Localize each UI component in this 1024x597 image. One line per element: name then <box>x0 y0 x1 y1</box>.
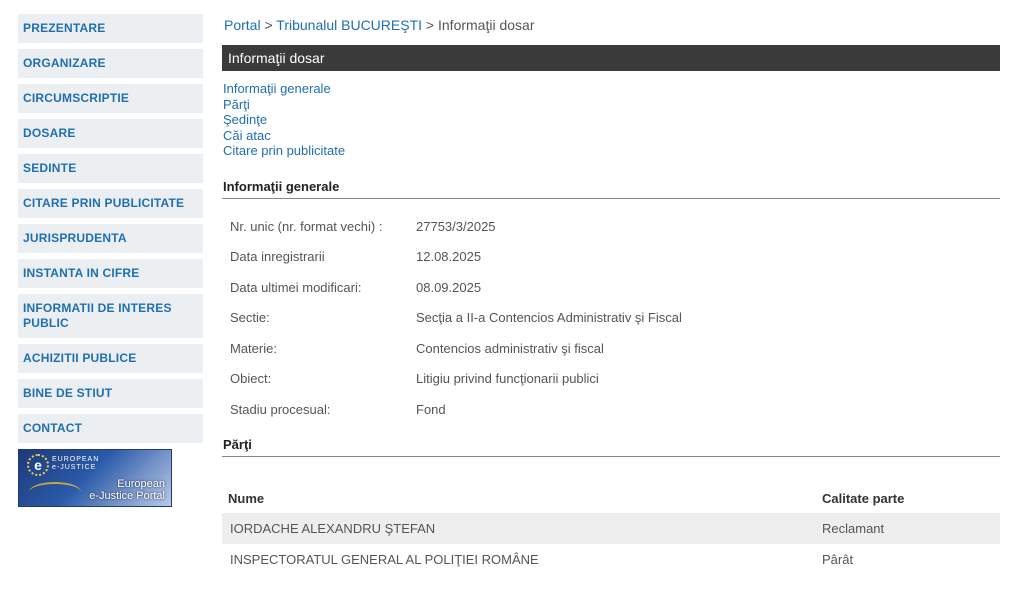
sidebar-item-sedinte[interactable]: SEDINTE <box>18 154 203 183</box>
sidebar-item-label: INFORMATII DE INTERES PUBLIC <box>23 301 172 330</box>
table-header-row: Nume Calitate parte <box>222 485 1000 513</box>
sidebar-item-prezentare[interactable]: PREZENTARE <box>18 14 203 43</box>
breadcrumb-tribunal-link[interactable]: Tribunalul BUCUREŞTI <box>276 17 422 33</box>
sidebar-item-dosare[interactable]: DOSARE <box>18 119 203 148</box>
page-title: Informaţii dosar <box>222 45 1000 71</box>
sidebar-item-label: PREZENTARE <box>23 21 106 35</box>
info-row: Sectie: Secţia a II-a Contencios Administ… <box>222 310 1000 341</box>
ejustice-portal-banner[interactable]: e EUROPEAN e-JUSTICE European e-Justice … <box>18 449 172 507</box>
sidebar-item-label: CONTACT <box>23 421 83 435</box>
breadcrumb: Portal > Tribunalul BUCUREŞTI > Informaţ… <box>222 14 1000 36</box>
info-value: 08.09.2025 <box>416 279 482 295</box>
info-label: Obiect: <box>230 371 272 387</box>
sidebar-item-jurisprudenta[interactable]: JURISPRUDENTA <box>18 224 203 253</box>
info-value: 12.08.2025 <box>416 249 482 265</box>
info-value: 27753/3/2025 <box>416 218 496 234</box>
sidebar-item-instanta-in-cifre[interactable]: INSTANTA IN CIFRE <box>18 259 203 288</box>
ejustice-banner-line2: e-Justice Portal <box>89 490 165 502</box>
info-value: Secţia a II-a Contencios Administrativ ş… <box>416 310 682 326</box>
info-label: Data inregistrarii <box>230 249 325 265</box>
breadcrumb-current: Informaţii dosar <box>438 17 535 33</box>
ejustice-banner-text: European e-Justice Portal <box>89 478 165 502</box>
section-heading-parti: Părţi <box>222 437 1000 457</box>
info-label: Stadiu procesual: <box>230 402 331 418</box>
party-role: Pârât <box>822 551 854 567</box>
sidebar-item-contact[interactable]: CONTACT <box>18 414 203 443</box>
section-links: Informaţii generale Părţi Şedinţe Căi at… <box>222 81 1000 159</box>
ejustice-logo-icon: e <box>27 454 49 476</box>
column-header-nume: Nume <box>228 491 265 507</box>
info-value: Litigiu privind funcţionarii publici <box>416 371 599 387</box>
sidebar-item-organizare[interactable]: ORGANIZARE <box>18 49 203 78</box>
breadcrumb-separator: > <box>422 17 438 33</box>
info-label: Sectie: <box>230 310 270 326</box>
link-parti[interactable]: Părţi <box>223 97 1000 113</box>
party-name: INSPECTORATUL GENERAL AL POLIŢIEI ROMÂNE <box>230 551 539 567</box>
sidebar-item-citare-prin-publicitate[interactable]: CITARE PRIN PUBLICITATE <box>18 189 203 218</box>
info-label: Nr. unic (nr. format vechi) : <box>230 218 383 234</box>
link-informatii-generale[interactable]: Informaţii generale <box>223 81 1000 97</box>
sidebar-item-label: INSTANTA IN CIFRE <box>23 266 140 280</box>
column-header-calitate-parte: Calitate parte <box>822 491 905 507</box>
party-role: Reclamant <box>822 512 1000 544</box>
party-name: IORDACHE ALEXANDRU ŞTEFAN <box>222 512 822 544</box>
sidebar-item-label: CIRCUMSCRIPTIE <box>23 91 130 105</box>
info-row: Data inregistrarii 12.08.2025 <box>222 249 1000 280</box>
sidebar-item-label: DOSARE <box>23 126 76 140</box>
link-citare-prin-publicitate[interactable]: Citare prin publicitate <box>223 143 1000 159</box>
info-label: Data ultimei modificari: <box>230 279 362 295</box>
sidebar-item-label: CITARE PRIN PUBLICITATE <box>23 196 185 210</box>
info-value: Contencios administrativ şi fiscal <box>416 340 604 356</box>
info-label: Materie: <box>230 340 277 356</box>
info-row: Nr. unic (nr. format vechi) : 27753/3/202… <box>222 219 1000 250</box>
breadcrumb-separator: > <box>260 17 277 33</box>
info-row: Obiect: Litigiu privind funcţionarii publ… <box>222 371 1000 402</box>
table-row: IORDACHE ALEXANDRU ŞTEFAN Reclamant <box>222 512 1000 544</box>
sidebar-item-label: SEDINTE <box>23 161 77 175</box>
general-info-table: Nr. unic (nr. format vechi) : 27753/3/202… <box>222 219 1000 433</box>
parti-table: Nume Calitate parte IORDACHE ALEXANDRU Ş… <box>222 485 1000 575</box>
main-content: Portal > Tribunalul BUCUREŞTI > Informaţ… <box>222 14 1000 575</box>
sidebar-item-bine-de-stiut[interactable]: BINE DE STIUT <box>18 379 203 408</box>
link-cai-atac[interactable]: Căi atac <box>223 128 1000 144</box>
scales-of-justice-icon <box>29 482 81 502</box>
sidebar-item-informatii-de-interes-public[interactable]: INFORMATII DE INTERES PUBLIC <box>18 294 203 338</box>
link-sedinte[interactable]: Şedinţe <box>223 112 1000 128</box>
sidebar-item-label: BINE DE STIUT <box>23 386 113 400</box>
info-row: Data ultimei modificari: 08.09.2025 <box>222 280 1000 311</box>
info-row: Materie: Contencios administrativ şi fisc… <box>222 341 1000 372</box>
sidebar-item-label: JURISPRUDENTA <box>23 231 127 245</box>
sidebar-menu: PREZENTARE ORGANIZARE CIRCUMSCRIPTIE DOS… <box>18 14 203 507</box>
table-row: INSPECTORATUL GENERAL AL POLIŢIEI ROMÂNE… <box>222 544 1000 575</box>
info-row: Stadiu procesual: Fond <box>222 402 1000 433</box>
sidebar-item-label: ORGANIZARE <box>23 56 106 70</box>
ejustice-banner-line1: European <box>117 478 165 490</box>
ejustice-logo-small-text: EUROPEAN e-JUSTICE <box>52 456 100 471</box>
sidebar-item-circumscriptie[interactable]: CIRCUMSCRIPTIE <box>18 84 203 113</box>
info-value: Fond <box>416 402 446 418</box>
section-heading-informatii-generale: Informaţii generale <box>222 179 1000 199</box>
sidebar-item-achizitii-publice[interactable]: ACHIZITII PUBLICE <box>18 344 203 373</box>
sidebar-item-label: ACHIZITII PUBLICE <box>23 351 137 365</box>
breadcrumb-portal-link[interactable]: Portal <box>224 17 261 33</box>
